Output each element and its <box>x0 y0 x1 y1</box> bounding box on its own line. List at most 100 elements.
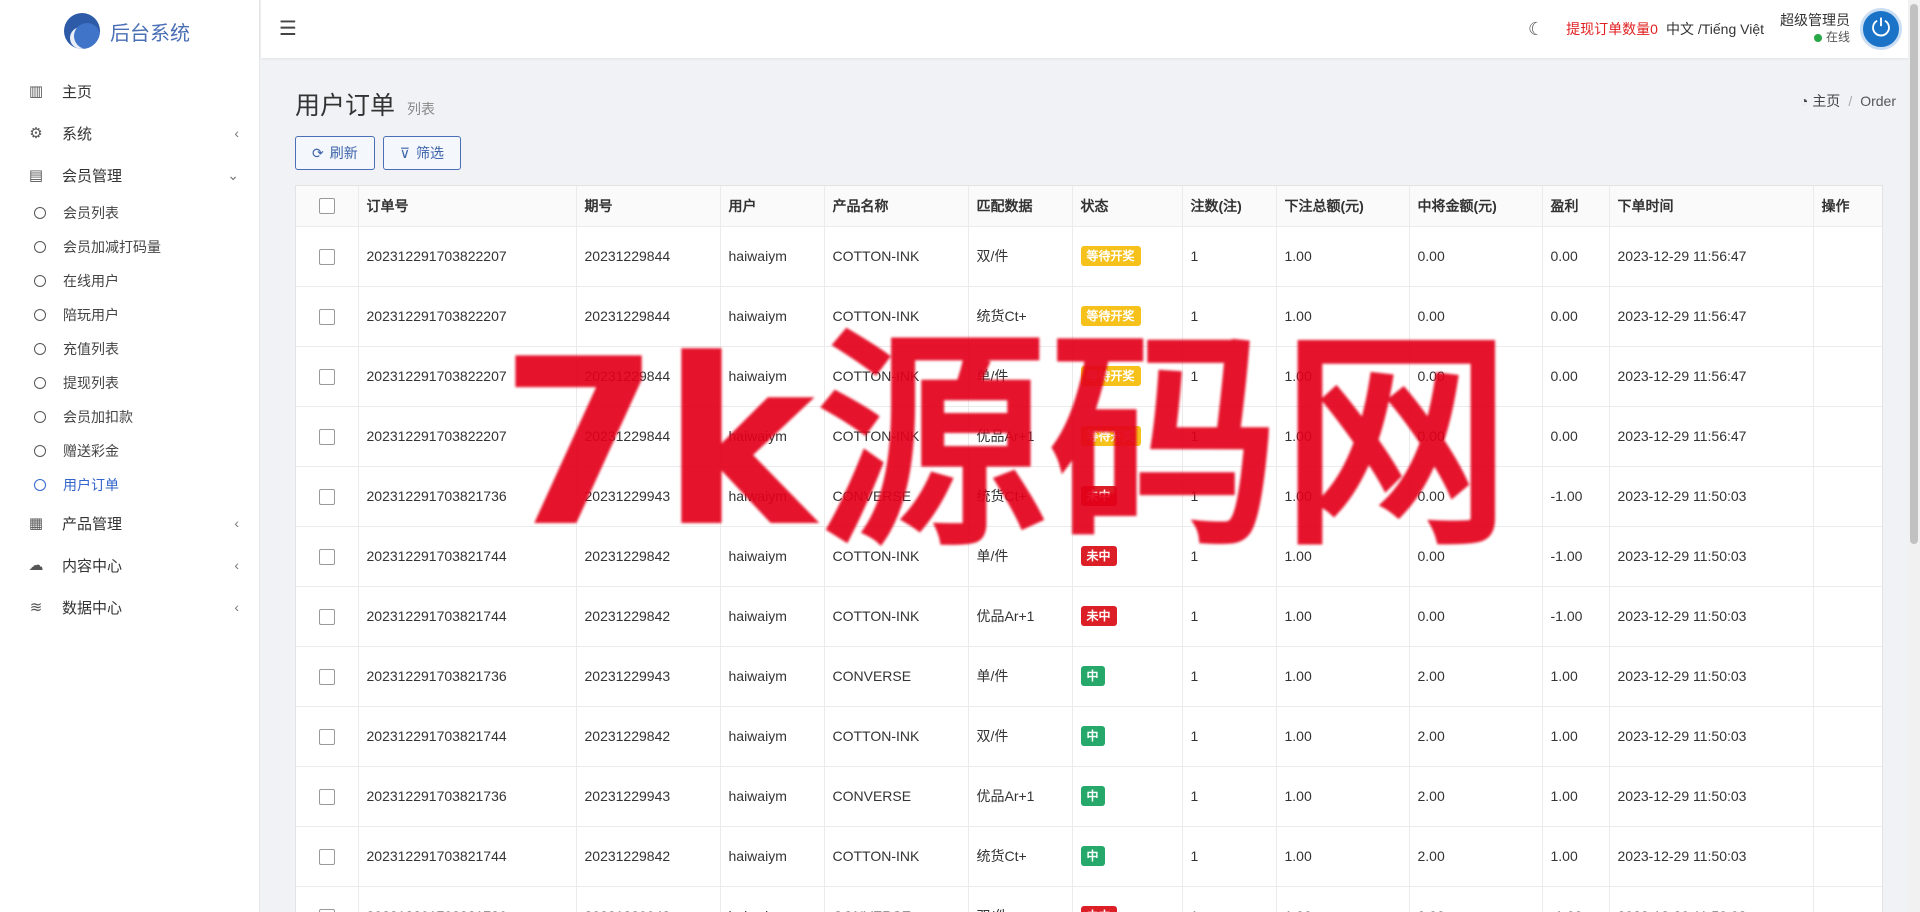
row-checkbox[interactable] <box>318 608 335 625</box>
table-cell: haiwaiym <box>720 586 825 647</box>
row-select-cell <box>296 766 359 827</box>
table-cell: 1.00 <box>1276 826 1410 887</box>
row-checkbox[interactable] <box>318 668 335 685</box>
language-switch[interactable]: 中文 /Tiếng Việt <box>1666 19 1764 39</box>
table-cell: 单/件 <box>968 526 1073 587</box>
table-cell: -1.00 <box>1542 886 1610 912</box>
page-scrollbar[interactable] <box>1908 0 1920 912</box>
sidebar-item-label: 内容中心 <box>62 557 123 575</box>
table-cell: haiwaiym <box>720 886 825 912</box>
table-cell: 1.00 <box>1276 406 1410 467</box>
sidebar-nav: ▥ 主页 ⚙ 系统 ‹ ▤ 会员管理 ⌄ 会员列表 会员加减打码量 在线用户 陪玩用户 充值列表 提现列表… <box>0 70 259 628</box>
row-select-cell <box>296 286 359 347</box>
chevron-icon: ‹ <box>234 125 239 141</box>
select-all-checkbox[interactable] <box>318 198 335 215</box>
row-checkbox[interactable] <box>318 308 335 325</box>
table-cell: 2023-12-29 11:50:03 <box>1609 526 1814 587</box>
table-cell: 2023-12-29 11:50:03 <box>1609 646 1814 707</box>
table-cell: 统货Ct+ <box>968 286 1073 347</box>
row-checkbox[interactable] <box>318 428 335 445</box>
table-cell: 20231229844 <box>576 346 721 407</box>
power-avatar-icon[interactable]: ⏻ <box>1860 8 1902 50</box>
sidebar-subitem[interactable]: 用户订单 <box>0 468 259 502</box>
sidebar-subitem[interactable]: 在线用户 <box>0 264 259 298</box>
sidebar: 后台系统 ▥ 主页 ⚙ 系统 ‹ ▤ 会员管理 ⌄ 会员列表 会员加减打码量 在线用户 陪玩用户 充值列… <box>0 0 260 912</box>
online-dot-icon <box>1813 33 1822 42</box>
table-cell: 双/件 <box>968 226 1073 287</box>
circle-icon <box>34 377 46 389</box>
column-header: 下注总额(元) <box>1276 186 1410 227</box>
table-cell <box>1813 406 1882 467</box>
sidebar-item-grid[interactable]: ▦ 产品管理 ‹ <box>0 502 259 544</box>
user-info[interactable]: 超级管理员 在线 <box>1780 12 1850 46</box>
sidebar-subitem[interactable]: 充值列表 <box>0 332 259 366</box>
column-header: 订单号 <box>358 186 577 227</box>
brand[interactable]: 后台系统 <box>0 0 259 62</box>
table-cell: 2023-12-29 11:56:47 <box>1609 286 1814 347</box>
table-cell: 0.00 <box>1409 226 1543 287</box>
chevron-icon: ‹ <box>234 599 239 615</box>
sidebar-item-database[interactable]: ≋ 数据中心 ‹ <box>0 586 259 628</box>
dark-mode-moon-icon[interactable]: ☾ <box>1528 19 1544 40</box>
sidebar-item-bar-chart[interactable]: ▥ 主页 <box>0 70 259 112</box>
circle-icon <box>34 309 46 321</box>
table-cell: 20231229842 <box>576 826 721 887</box>
row-checkbox[interactable] <box>318 488 335 505</box>
table-cell: 等待开奖 <box>1072 406 1183 467</box>
row-checkbox[interactable] <box>318 248 335 265</box>
table-cell: 20231229844 <box>576 286 721 347</box>
row-checkbox[interactable] <box>318 368 335 385</box>
table-cell: 1 <box>1182 646 1277 707</box>
circle-icon <box>34 479 46 491</box>
breadcrumb-home[interactable]: 主页 <box>1812 91 1840 111</box>
filter-button[interactable]: ⊽ 筛选 <box>382 136 461 170</box>
table-cell <box>1813 706 1882 767</box>
table-cell: 0.00 <box>1409 286 1543 347</box>
row-checkbox[interactable] <box>318 548 335 565</box>
toolbar: ⟳ 刷新 ⊽ 筛选 <box>295 136 469 170</box>
row-checkbox[interactable] <box>318 788 335 805</box>
table-cell: 2023-12-29 11:56:47 <box>1609 346 1814 407</box>
sidebar-subitem[interactable]: 会员列表 <box>0 196 259 230</box>
breadcrumb-current: Order <box>1860 93 1896 109</box>
sidebar-item-id-card[interactable]: ▤ 会员管理 ⌄ <box>0 154 259 196</box>
sidebar-subitem[interactable]: 陪玩用户 <box>0 298 259 332</box>
table-cell: 202312291703821744 <box>358 586 577 647</box>
table-cell: 0.00 <box>1409 586 1543 647</box>
sidebar-item-label: 系统 <box>62 125 93 143</box>
table-cell: COTTON-INK <box>824 406 969 467</box>
table-cell: 202312291703821744 <box>358 826 577 887</box>
table-row: 202312291703822207 20231229844 haiwaiym COT… <box>296 286 1882 347</box>
table-cell: 20231229943 <box>576 886 721 912</box>
table-cell: 20231229943 <box>576 646 721 707</box>
refresh-button[interactable]: ⟳ 刷新 <box>295 136 375 170</box>
hamburger-menu-icon[interactable]: ☰ <box>279 16 297 41</box>
chevron-icon: ‹ <box>234 557 239 573</box>
sidebar-subitem[interactable]: 提现列表 <box>0 366 259 400</box>
main-content: 用户订单 列表 ◔ 主页 / Order ⟳ 刷新 ⊽ 筛选 订单号 期号 用户 产品名称… <box>261 58 1908 912</box>
table-cell: 双/件 <box>968 886 1073 912</box>
sidebar-item-chat[interactable]: ☁ 内容中心 ‹ <box>0 544 259 586</box>
sidebar-subitem-label: 会员列表 <box>63 205 119 221</box>
table-cell: 1 <box>1182 766 1277 827</box>
scrollbar-thumb[interactable] <box>1910 4 1918 544</box>
sidebar-item-gear[interactable]: ⚙ 系统 ‹ <box>0 112 259 154</box>
sidebar-subitem[interactable]: 赠送彩金 <box>0 434 259 468</box>
circle-icon <box>34 343 46 355</box>
table-row: 202312291703822207 20231229844 haiwaiym COT… <box>296 406 1882 467</box>
table-cell: 2023-12-29 11:50:03 <box>1609 826 1814 887</box>
row-select-cell <box>296 466 359 527</box>
sidebar-subitem[interactable]: 会员加扣款 <box>0 400 259 434</box>
sidebar-subitem-label: 陪玩用户 <box>63 307 119 323</box>
table-cell: 2.00 <box>1409 826 1543 887</box>
row-checkbox[interactable] <box>318 728 335 745</box>
row-checkbox[interactable] <box>318 908 335 912</box>
sidebar-subitem[interactable]: 会员加减打码量 <box>0 230 259 264</box>
chevron-icon: ⌄ <box>227 166 239 183</box>
withdraw-order-count[interactable]: 提现订单数量0 <box>1566 19 1658 39</box>
row-checkbox[interactable] <box>318 848 335 865</box>
table-cell: 1 <box>1182 286 1277 347</box>
chat-icon: ☁ <box>28 557 44 574</box>
table-cell: 0.00 <box>1409 406 1543 467</box>
table-cell: CONVERSE <box>824 886 969 912</box>
